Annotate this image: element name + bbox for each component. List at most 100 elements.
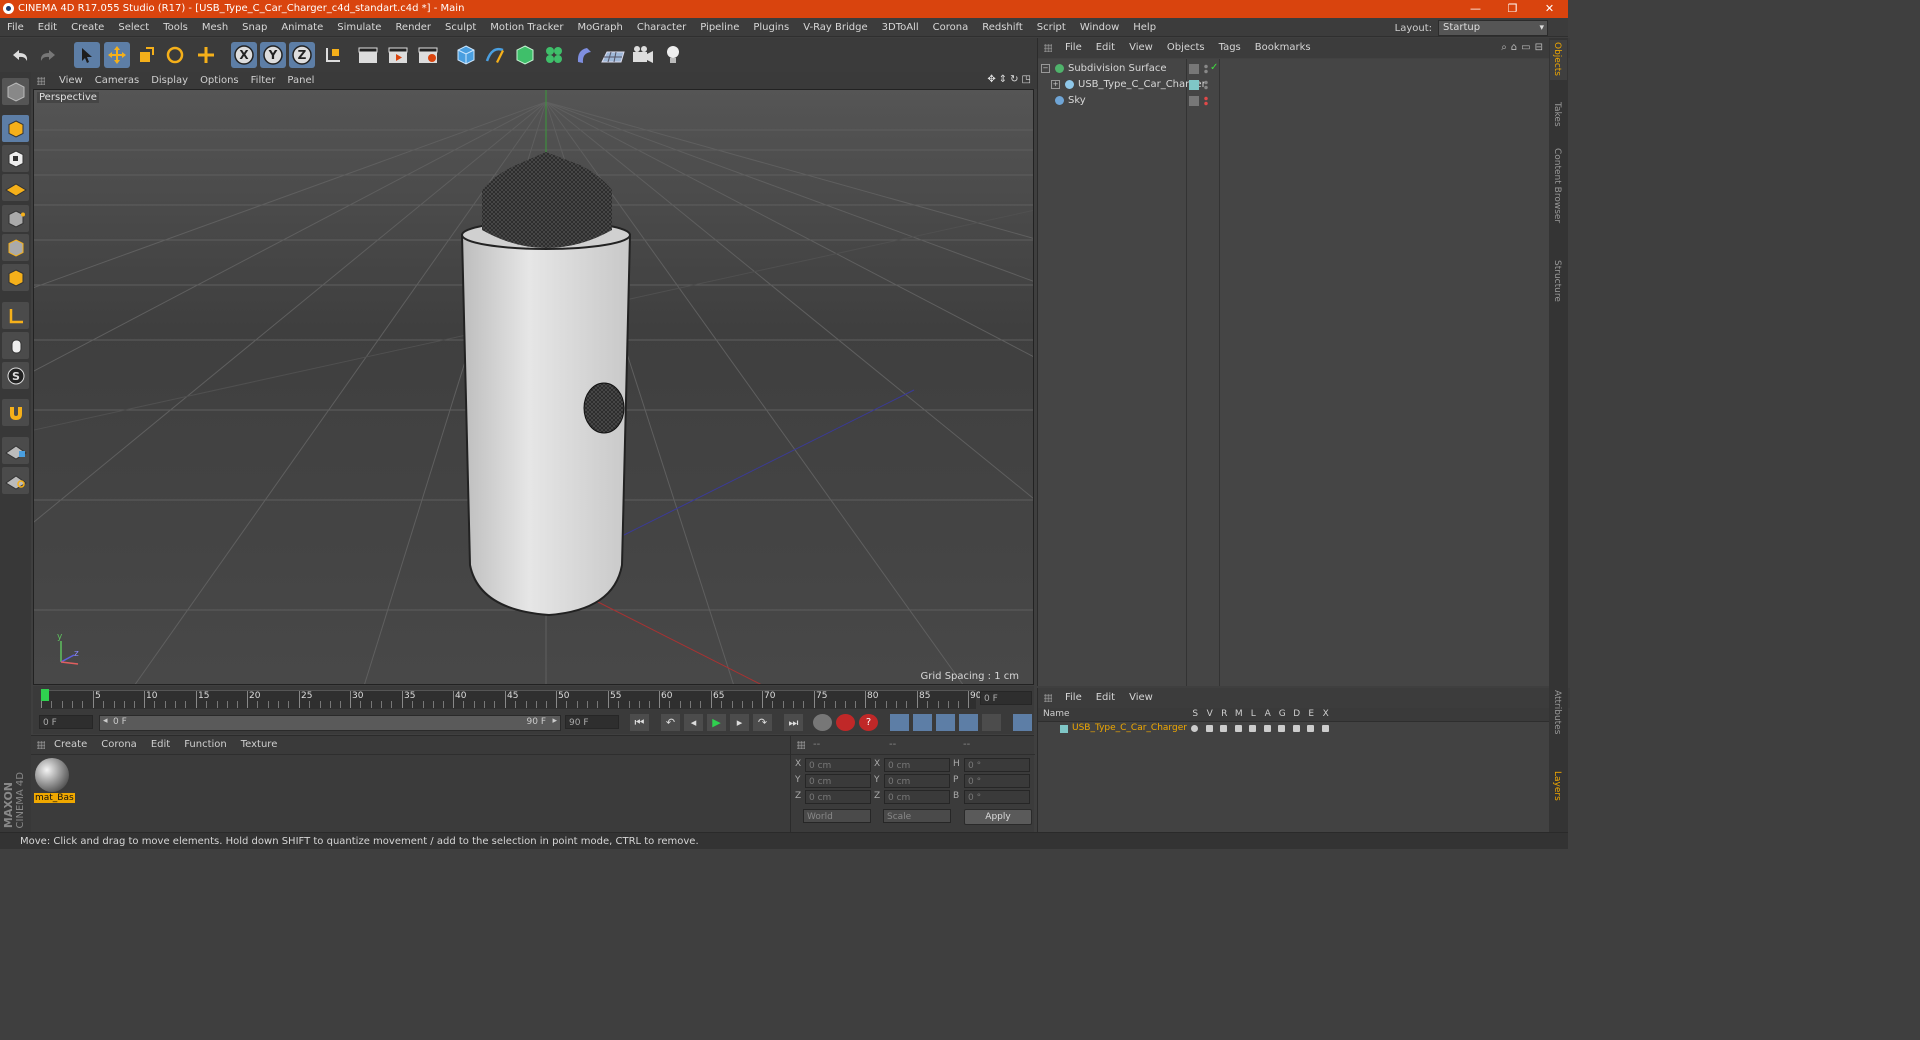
scale-tool-button[interactable] — [133, 42, 159, 68]
layer-menu-edit[interactable]: Edit — [1089, 688, 1122, 708]
new-view-icon[interactable]: ▭ — [1521, 42, 1530, 53]
viewport-pan-icon[interactable]: ✥ — [987, 74, 995, 85]
key-rotation-icon[interactable] — [936, 714, 955, 731]
go-to-end-icon[interactable]: ⏭ — [784, 714, 803, 731]
layer-flag-column-a[interactable]: A — [1261, 709, 1276, 719]
restore-button[interactable]: ❐ — [1494, 0, 1531, 18]
coord-value-field[interactable]: 0 cm — [805, 774, 871, 788]
layer-flag-toggle-icon[interactable] — [1249, 725, 1256, 732]
expand-toggle-icon[interactable]: + — [1051, 80, 1060, 89]
y-axis-lock-button[interactable]: Y — [260, 42, 286, 68]
menu-3dtoall[interactable]: 3DToAll — [875, 18, 926, 37]
texture-mode-button[interactable] — [2, 145, 29, 172]
layer-flag-column-v[interactable]: V — [1203, 709, 1218, 719]
maximize-icon[interactable]: ⊟ — [1535, 42, 1543, 53]
points-mode-button[interactable] — [2, 205, 29, 232]
viewport-menu-panel[interactable]: Panel — [281, 72, 320, 89]
usb-charger-model[interactable] — [460, 152, 632, 617]
model-mode-button[interactable] — [2, 115, 29, 142]
add-mograph-button[interactable] — [541, 42, 567, 68]
object-row[interactable]: − Subdivision Surface ✓ — [1038, 61, 1550, 77]
layer-flag-column-l[interactable]: L — [1246, 709, 1261, 719]
layer-menu-view[interactable]: View — [1122, 688, 1160, 708]
z-axis-lock-button[interactable]: Z — [289, 42, 315, 68]
menu-animate[interactable]: Animate — [274, 18, 330, 37]
layer-flag-toggle-icon[interactable] — [1307, 725, 1314, 732]
material-thumbnail[interactable]: mat_Bas — [34, 757, 75, 805]
menu-simulate[interactable]: Simulate — [330, 18, 388, 37]
expand-toggle-icon[interactable]: − — [1041, 64, 1050, 73]
make-editable-button[interactable] — [2, 78, 29, 105]
edges-mode-button[interactable] — [2, 234, 29, 261]
menu-script[interactable]: Script — [1030, 18, 1073, 37]
add-floor-button[interactable] — [600, 42, 626, 68]
menu-edit[interactable]: Edit — [31, 18, 64, 37]
planar-workplane-button[interactable] — [2, 467, 29, 494]
playhead[interactable] — [41, 689, 49, 701]
layer-flag-toggle-icon[interactable] — [1234, 725, 1242, 732]
motion-record-icon[interactable] — [813, 714, 832, 731]
render-view-button[interactable] — [355, 42, 381, 68]
coordinate-system-button[interactable] — [320, 42, 346, 68]
coord-value-field[interactable]: 0 cm — [884, 774, 950, 788]
viewport-menu-cameras[interactable]: Cameras — [89, 72, 145, 89]
workplane-mode-button[interactable] — [2, 174, 29, 201]
menu-file[interactable]: File — [0, 18, 31, 37]
live-selection-button[interactable] — [74, 42, 100, 68]
layer-flag-column-e[interactable]: E — [1304, 709, 1319, 719]
side-tab-content-browser[interactable]: Content Browser — [1552, 148, 1562, 223]
search-icon[interactable]: ⌕ — [1501, 42, 1507, 53]
layer-flag-column-d[interactable]: D — [1290, 709, 1305, 719]
menu-snap[interactable]: Snap — [235, 18, 274, 37]
side-tab-attributes[interactable]: Attributes — [1552, 690, 1562, 734]
menu-mograph[interactable]: MoGraph — [570, 18, 629, 37]
end-frame-field[interactable]: 90 F — [565, 715, 619, 729]
material-menu-corona[interactable]: Corona — [94, 736, 144, 754]
coord-space-select[interactable]: World — [803, 809, 871, 823]
side-tab-objects[interactable]: Objects — [1552, 42, 1562, 76]
coord-value-field[interactable]: 0 cm — [884, 758, 950, 772]
add-deformer-button[interactable] — [571, 42, 597, 68]
close-button[interactable]: ✕ — [1531, 0, 1568, 18]
object-name[interactable]: Sky — [1068, 95, 1086, 106]
timeline-ruler[interactable]: 051015202530354045505560657075808590 0 F — [33, 686, 1034, 712]
viewport-rotate-icon[interactable]: ↻ — [1010, 74, 1018, 85]
axis-mode-button[interactable] — [2, 302, 29, 329]
step-back-icon[interactable]: ◂ — [684, 714, 703, 731]
object-menu-bookmarks[interactable]: Bookmarks — [1248, 38, 1318, 58]
layer-flag-column-r[interactable]: R — [1217, 709, 1232, 719]
add-camera-button[interactable] — [630, 42, 656, 68]
layer-flag-column-s[interactable]: S — [1188, 709, 1203, 719]
object-menu-view[interactable]: View — [1122, 38, 1160, 58]
key-parameter-icon[interactable] — [959, 714, 978, 731]
add-subdivision-button[interactable] — [512, 42, 538, 68]
render-settings-button[interactable] — [415, 42, 441, 68]
menu-sculpt[interactable]: Sculpt — [438, 18, 483, 37]
material-menu-create[interactable]: Create — [47, 736, 94, 754]
start-frame-field[interactable]: 0 F — [39, 715, 93, 729]
current-frame-field[interactable]: 0 F — [980, 691, 1032, 705]
object-menu-edit[interactable]: Edit — [1089, 38, 1122, 58]
autokey-icon[interactable]: ? — [859, 714, 878, 731]
undo-button[interactable] — [7, 42, 33, 68]
apply-button[interactable]: Apply — [964, 809, 1032, 825]
transform-tool-button[interactable] — [193, 42, 219, 68]
menu-character[interactable]: Character — [630, 18, 693, 37]
layer-flag-toggle-icon[interactable] — [1220, 725, 1227, 732]
render-to-picture-viewer-button[interactable] — [385, 42, 411, 68]
menu-render[interactable]: Render — [388, 18, 438, 37]
side-tab-takes[interactable]: Takes — [1552, 102, 1562, 127]
rotate-tool-button[interactable] — [162, 42, 188, 68]
menu-select[interactable]: Select — [111, 18, 156, 37]
visibility-dots-icon[interactable] — [1204, 64, 1208, 74]
viewport-maximize-icon[interactable]: ◳ — [1022, 74, 1031, 85]
material-menu-edit[interactable]: Edit — [144, 736, 177, 754]
object-row[interactable]: + USB_Type_C_Car_Charger — [1038, 77, 1550, 93]
material-name[interactable]: mat_Bas — [34, 793, 75, 803]
add-light-button[interactable] — [660, 42, 686, 68]
menu-tools[interactable]: Tools — [156, 18, 195, 37]
key-position-icon[interactable] — [890, 714, 909, 731]
viewport-menu-filter[interactable]: Filter — [245, 72, 282, 89]
record-keys-icon[interactable] — [836, 714, 855, 731]
side-tab-structure[interactable]: Structure — [1552, 260, 1562, 302]
